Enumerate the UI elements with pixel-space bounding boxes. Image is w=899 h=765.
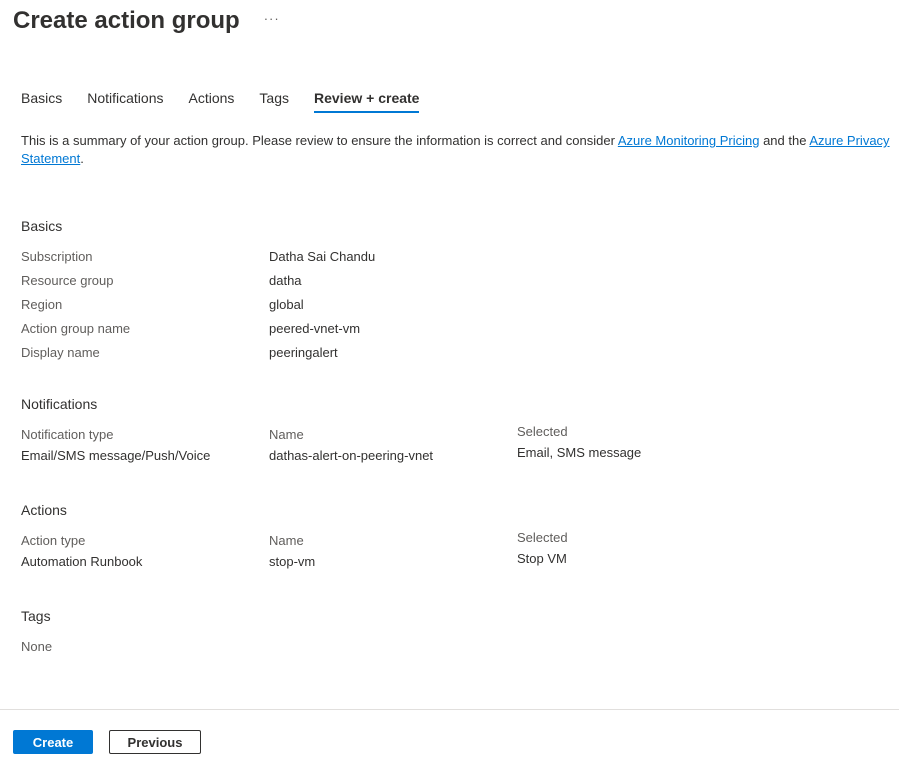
create-button[interactable]: Create bbox=[13, 730, 93, 754]
azure-monitoring-pricing-link[interactable]: Azure Monitoring Pricing bbox=[618, 133, 760, 148]
summary-text-before: This is a summary of your action group. … bbox=[21, 133, 618, 148]
tab-actions[interactable]: Actions bbox=[189, 90, 235, 113]
action-group-name-label: Action group name bbox=[21, 321, 131, 336]
summary-text: This is a summary of your action group. … bbox=[21, 132, 891, 168]
action-type-header: Action type bbox=[21, 533, 86, 548]
tags-section-title: Tags bbox=[21, 608, 51, 624]
action-name-value: stop-vm bbox=[269, 554, 316, 569]
summary-text-after: . bbox=[80, 151, 84, 166]
subscription-value: Datha Sai Chandu bbox=[269, 249, 376, 264]
tab-notifications[interactable]: Notifications bbox=[87, 90, 163, 113]
more-options-icon[interactable]: ··· bbox=[264, 11, 280, 26]
notification-selected-header: Selected bbox=[517, 424, 568, 439]
notification-name-value: dathas-alert-on-peering-vnet bbox=[269, 448, 434, 463]
footer-divider bbox=[0, 709, 899, 710]
region-value: global bbox=[269, 297, 304, 312]
notification-name-header: Name bbox=[269, 427, 304, 442]
previous-button[interactable]: Previous bbox=[109, 730, 201, 754]
tab-tags[interactable]: Tags bbox=[259, 90, 289, 113]
tab-review-create[interactable]: Review + create bbox=[314, 90, 420, 113]
action-name-header: Name bbox=[269, 533, 304, 548]
display-name-value: peeringalert bbox=[269, 345, 338, 360]
notifications-section-title: Notifications bbox=[21, 396, 98, 412]
tags-value: None bbox=[21, 639, 53, 654]
tab-basics[interactable]: Basics bbox=[21, 90, 62, 113]
wizard-tabs: Basics Notifications Actions Tags Review… bbox=[21, 90, 444, 113]
notification-type-header: Notification type bbox=[21, 427, 114, 442]
subscription-label: Subscription bbox=[21, 249, 93, 264]
action-group-name-value: peered-vnet-vm bbox=[269, 321, 361, 336]
display-name-label: Display name bbox=[21, 345, 100, 360]
actions-section-title: Actions bbox=[21, 502, 67, 518]
region-label: Region bbox=[21, 297, 63, 312]
action-type-value: Automation Runbook bbox=[21, 554, 143, 569]
basics-section-title: Basics bbox=[21, 218, 63, 234]
action-selected-value: Stop VM bbox=[517, 551, 567, 566]
page-title: Create action group bbox=[13, 7, 240, 34]
resource-group-value: datha bbox=[269, 273, 302, 288]
page-header: Create action group ··· bbox=[13, 4, 280, 38]
action-selected-header: Selected bbox=[517, 530, 568, 545]
resource-group-label: Resource group bbox=[21, 273, 114, 288]
notification-type-value: Email/SMS message/Push/Voice bbox=[21, 448, 211, 463]
notification-selected-value: Email, SMS message bbox=[517, 445, 642, 460]
summary-text-middle: and the bbox=[759, 133, 810, 148]
